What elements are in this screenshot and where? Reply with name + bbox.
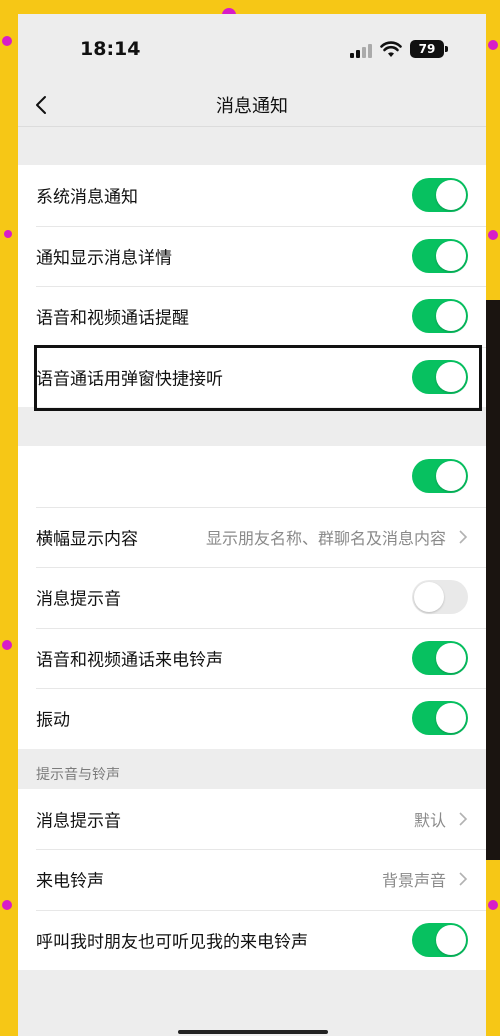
decor-dot — [488, 40, 498, 50]
setting-row-show-details: 通知显示消息详情 — [18, 225, 486, 287]
setting-label: 系统消息通知 — [36, 187, 138, 208]
setting-label: 横幅显示内容 — [36, 529, 138, 550]
setting-row-message-sound: 消息提示音 — [18, 567, 486, 628]
popup-answer-toggle[interactable] — [412, 359, 468, 394]
decor-dot — [2, 640, 12, 650]
page-title: 消息通知 — [216, 96, 288, 117]
setting-label: 语音通话用弹窗快捷接听 — [36, 369, 223, 390]
decor-dot — [2, 36, 12, 46]
status-bar: 18:14 79 — [18, 14, 486, 84]
section-header: 提示音与铃声 — [36, 766, 120, 783]
vibration-toggle[interactable] — [412, 701, 468, 736]
call-ringtone-toggle[interactable] — [412, 640, 468, 675]
chevron-right-icon — [459, 530, 468, 544]
setting-label: 语音和视频通话来电铃声 — [36, 650, 223, 671]
setting-label: 消息提示音 — [36, 589, 121, 610]
setting-row-vibration: 振动 — [18, 688, 486, 749]
decor-dot — [2, 900, 12, 910]
setting-row-shared-ringtone: 呼叫我时朋友也可听见我的来电铃声 — [18, 909, 486, 971]
ringtone-value: 背景声音 — [381, 871, 446, 891]
battery-icon: 79 — [410, 40, 444, 58]
wifi-icon — [380, 41, 402, 57]
background-strip — [484, 300, 500, 860]
cellular-signal-icon — [350, 44, 372, 58]
chevron-right-icon — [459, 812, 468, 826]
call-reminder-toggle[interactable] — [412, 299, 468, 334]
sound-settings-group: 消息提示音 默认 来电铃声 背景声音 呼叫我时朋友也可听见我的来电铃声 — [18, 788, 486, 971]
setting-row-system-notifications: 系统消息通知 — [18, 165, 486, 226]
banner-content-value: 显示朋友名称、群聊名及消息内容 — [205, 528, 446, 548]
navigation-bar: 消息通知 — [18, 84, 486, 126]
status-time: 18:14 — [80, 38, 141, 60]
setting-label: 来电铃声 — [36, 871, 104, 892]
setting-row-unlabeled — [18, 446, 486, 507]
notification-settings-group: 系统消息通知 通知显示消息详情 语音和视频通话提醒 语音通话用弹窗快捷接听 — [18, 165, 486, 407]
setting-label: 呼叫我时朋友也可听见我的来电铃声 — [36, 932, 308, 953]
decor-dot — [4, 230, 12, 238]
alert-settings-group: 横幅显示内容 显示朋友名称、群聊名及消息内容 消息提示音 语音和视频通话来电铃声… — [18, 446, 486, 749]
chevron-right-icon — [459, 872, 468, 886]
unlabeled-toggle[interactable] — [412, 459, 468, 494]
setting-row-call-reminder: 语音和视频通话提醒 — [18, 286, 486, 347]
phone-screen: 18:14 79 消息通知 系统消息通知 通知显示消息详情 语音和视频通话提醒 … — [18, 14, 486, 1036]
setting-row-banner-content[interactable]: 横幅显示内容 显示朋友名称、群聊名及消息内容 — [18, 506, 486, 568]
setting-row-call-ringtone: 语音和视频通话来电铃声 — [18, 627, 486, 689]
setting-row-ringtone[interactable]: 来电铃声 背景声音 — [18, 849, 486, 910]
setting-label: 语音和视频通话提醒 — [36, 308, 189, 329]
system-notifications-toggle[interactable] — [412, 178, 468, 213]
message-tone-value: 默认 — [413, 810, 446, 830]
setting-label: 振动 — [36, 710, 70, 731]
home-indicator — [178, 1030, 328, 1034]
battery-level: 79 — [418, 42, 436, 56]
setting-label: 消息提示音 — [36, 811, 121, 832]
show-details-toggle[interactable] — [412, 238, 468, 273]
shared-ringtone-toggle[interactable] — [412, 922, 468, 957]
decor-dot — [488, 900, 498, 910]
battery-cap — [445, 46, 448, 52]
setting-row-message-tone[interactable]: 消息提示音 默认 — [18, 789, 486, 850]
setting-row-popup-answer: 语音通话用弹窗快捷接听 — [18, 346, 486, 408]
decor-dot — [488, 230, 498, 240]
message-sound-toggle[interactable] — [412, 580, 468, 615]
setting-label: 通知显示消息详情 — [36, 248, 172, 269]
